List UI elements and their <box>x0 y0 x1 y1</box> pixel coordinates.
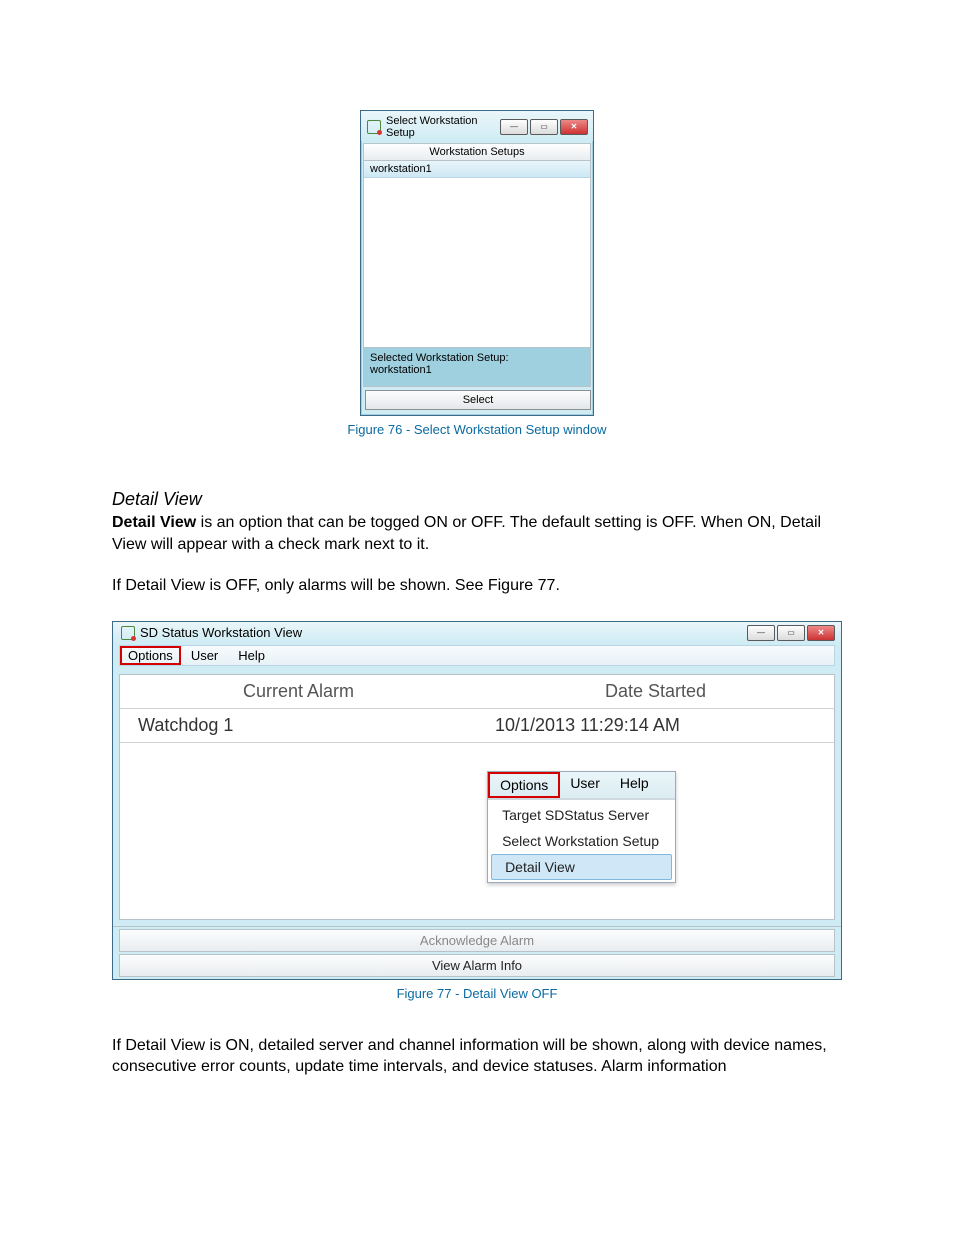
para-text: is an option that can be togged ON or OF… <box>112 514 821 553</box>
options-menu-popup: Options User Help Target SDStatus Server… <box>487 771 676 883</box>
alarm-date-cell: 10/1/2013 11:29:14 AM <box>477 708 834 742</box>
menu-item-detail-view[interactable]: Detail View <box>491 854 672 880</box>
workstation-list[interactable]: workstation1 <box>363 161 591 348</box>
paragraph: If Detail View is ON, detailed server an… <box>112 1035 842 1078</box>
app-icon <box>121 626 135 640</box>
menu-help[interactable]: Help <box>228 646 275 665</box>
selected-setup-value: workstation1 <box>370 364 584 376</box>
app-icon <box>367 120 381 134</box>
list-header: Workstation Setups <box>363 143 591 161</box>
popup-menubar: Options User Help <box>488 772 675 799</box>
dropdown-list: Target SDStatus Server Select Workstatio… <box>488 799 675 882</box>
sd-status-window: SD Status Workstation View — ▭ ✕ Options… <box>112 621 842 980</box>
close-button[interactable]: ✕ <box>807 625 835 641</box>
figure-caption: Figure 76 - Select Workstation Setup win… <box>0 422 954 437</box>
view-alarm-info-button[interactable]: View Alarm Info <box>119 954 835 977</box>
maximize-button[interactable]: ▭ <box>777 625 805 641</box>
menubar: Options User Help <box>119 645 835 666</box>
menu-item-select-workstation[interactable]: Select Workstation Setup <box>488 828 675 854</box>
close-button[interactable]: ✕ <box>560 119 588 135</box>
selected-setup-panel: Selected Workstation Setup: workstation1 <box>363 348 591 387</box>
table-row[interactable]: Watchdog 1 10/1/2013 11:29:14 AM <box>120 708 834 742</box>
menu-item-target-server[interactable]: Target SDStatus Server <box>488 802 675 828</box>
acknowledge-alarm-button[interactable]: Acknowledge Alarm <box>119 929 835 952</box>
window-title: SD Status Workstation View <box>140 625 747 640</box>
minimize-button[interactable]: — <box>500 119 528 135</box>
titlebar[interactable]: SD Status Workstation View — ▭ ✕ <box>113 622 841 643</box>
titlebar[interactable]: Select Workstation Setup — ▭ ✕ <box>361 111 593 141</box>
list-item[interactable]: workstation1 <box>364 161 590 178</box>
alarm-name-cell: Watchdog 1 <box>120 708 477 742</box>
table-header-row: Current Alarm Date Started <box>120 675 834 709</box>
minimize-button[interactable]: — <box>747 625 775 641</box>
bold-term: Detail View <box>112 514 196 531</box>
select-workstation-window: Select Workstation Setup — ▭ ✕ Workstati… <box>360 110 594 416</box>
section-heading: Detail View <box>112 489 954 510</box>
menu-user[interactable]: User <box>181 646 228 665</box>
menu-options[interactable]: Options <box>120 646 181 665</box>
maximize-button[interactable]: ▭ <box>530 119 558 135</box>
column-header: Date Started <box>477 675 834 709</box>
paragraph: Detail View is an option that can be tog… <box>112 512 842 555</box>
column-header: Current Alarm <box>120 675 477 709</box>
popup-menu-options[interactable]: Options <box>488 772 560 798</box>
selected-setup-label: Selected Workstation Setup: <box>370 352 584 364</box>
select-button[interactable]: Select <box>365 390 591 410</box>
window-title: Select Workstation Setup <box>386 115 500 139</box>
paragraph: If Detail View is OFF, only alarms will … <box>112 575 842 597</box>
popup-menu-help[interactable]: Help <box>610 772 659 798</box>
popup-menu-user[interactable]: User <box>560 772 610 798</box>
alarm-table-area: Current Alarm Date Started Watchdog 1 10… <box>119 674 835 920</box>
figure-caption: Figure 77 - Detail View OFF <box>112 986 842 1001</box>
